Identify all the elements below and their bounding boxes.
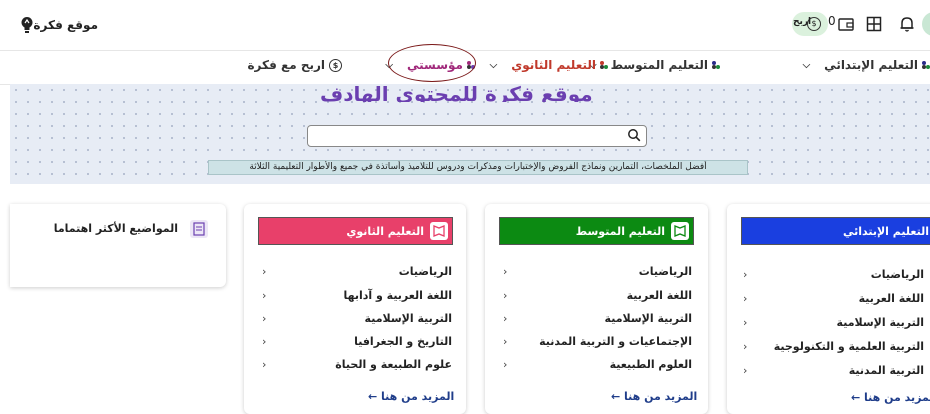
card-title: التعليم المتوسط xyxy=(575,224,665,238)
earn-label: اربح xyxy=(793,17,812,27)
subject-link[interactable]: التاريخ و الجغرافيا xyxy=(354,335,452,348)
chevron-right-icon: › xyxy=(503,312,508,325)
balance-count: 0 xyxy=(828,14,836,28)
subject-link[interactable]: الرياضيات xyxy=(399,265,452,278)
site-name[interactable]: موقع فكرة xyxy=(33,18,98,32)
subject-link[interactable]: الرياضيات xyxy=(639,265,692,278)
chevron-right-icon: › xyxy=(262,265,267,278)
chevron-right-icon: › xyxy=(262,335,267,348)
nav-label: التعليم الإبتدائي xyxy=(824,58,918,72)
top-bar: موقع فكرة 0 $ اربح xyxy=(0,0,930,51)
subject-link[interactable]: علوم الطبيعة و الحياة xyxy=(335,358,452,371)
chevron-right-icon: › xyxy=(503,289,508,302)
search-icon[interactable] xyxy=(627,128,641,142)
list-icon xyxy=(190,220,208,238)
subject-link[interactable]: الإجتماعيات و التربية المدنية xyxy=(539,335,692,348)
topics-title: المواضيع الأكثر اهتماما xyxy=(53,222,178,235)
most-popular-topics-card: المواضيع الأكثر اهتماما xyxy=(10,204,226,287)
hero-tagline: أفضل الملخصات، التمارين ونماذج الفروض وا… xyxy=(208,160,748,175)
subject-link[interactable]: العلوم الطبيعية xyxy=(610,358,692,371)
subject-link[interactable]: التربية المدنية xyxy=(849,364,924,377)
nav-secondary-education[interactable]: التعليم الثانوي ⌵ xyxy=(490,58,608,72)
card-title: التعليم الإبتدائي xyxy=(842,224,929,238)
card-title: التعليم الثانوي xyxy=(346,224,424,238)
more-label: المزيد من هنا xyxy=(864,391,930,404)
chevron-right-icon: › xyxy=(503,335,508,348)
chevron-right-icon: › xyxy=(743,292,748,305)
chevron-right-icon: › xyxy=(743,268,748,281)
card-middle-education: التعليم المتوسط الرياضيات اللغة العربية … xyxy=(485,204,708,414)
chevron-right-icon: › xyxy=(262,358,267,371)
hand-drawn-circle xyxy=(388,44,476,82)
card-primary-education: التعليم الإبتدائي الرياضيات اللغة العربي… xyxy=(727,204,930,414)
chevron-down-icon: ⌵ xyxy=(489,59,498,71)
nav-label: التعليم المتوسط xyxy=(610,58,708,72)
more-label: المزيد من هنا xyxy=(381,390,455,403)
chevron-right-icon: › xyxy=(503,265,508,278)
chevron-right-icon: › xyxy=(262,312,267,325)
card-header[interactable]: التعليم الإبتدائي xyxy=(741,217,930,245)
chevron-right-icon: › xyxy=(743,316,748,329)
chevron-right-icon: › xyxy=(503,358,508,371)
nav-earn-with-fikra[interactable]: $ اربح مع فكرة xyxy=(247,58,342,72)
subject-link[interactable]: اللغة العربية xyxy=(859,292,924,305)
chevron-right-icon: › xyxy=(743,364,748,377)
subject-link[interactable]: التربية الإسلامية xyxy=(605,312,692,325)
chevron-right-icon: › xyxy=(262,289,267,302)
dots-icon xyxy=(600,61,608,69)
dots-icon xyxy=(712,61,720,69)
hero-title: موقع فكرة للمحتوى الهادف xyxy=(320,82,593,102)
card-header[interactable]: التعليم الثانوي xyxy=(258,217,453,245)
coin-icon: $ xyxy=(329,58,342,72)
lightbulb-icon xyxy=(21,17,33,33)
subject-link[interactable]: اللغة العربية xyxy=(627,289,692,302)
subject-link[interactable]: التربية الإسلامية xyxy=(365,312,452,325)
subject-link[interactable]: التربية العلمية و التكنولوجية xyxy=(774,340,924,353)
card-secondary-education: التعليم الثانوي الرياضيات اللغة العربية … xyxy=(244,204,466,414)
more-link[interactable]: المزيد من هنا ← xyxy=(851,391,930,404)
chevron-down-icon: ⌵ xyxy=(802,59,811,71)
nav-primary-education[interactable]: التعليم الإبتدائي ⌵ xyxy=(803,58,930,72)
bell-icon[interactable] xyxy=(898,15,916,33)
nav-middle-education[interactable]: التعليم المتوسط ⌵ xyxy=(589,58,720,72)
more-link[interactable]: المزيد من هنا ← xyxy=(611,390,697,403)
nav-label: اربح مع فكرة xyxy=(247,58,325,72)
wallet-icon[interactable] xyxy=(838,17,854,31)
search-input[interactable] xyxy=(307,125,647,147)
book-icon xyxy=(671,222,689,240)
book-icon xyxy=(430,222,448,240)
more-label: المزيد من هنا xyxy=(624,390,698,403)
subject-link[interactable]: اللغة العربية و آدابها xyxy=(343,289,452,302)
subject-link[interactable]: التربية الإسلامية xyxy=(837,316,924,329)
dots-icon xyxy=(922,61,930,69)
nav-label: التعليم الثانوي xyxy=(511,58,596,72)
card-header[interactable]: التعليم المتوسط xyxy=(499,217,694,245)
grid-icon[interactable] xyxy=(866,16,882,32)
earn-button[interactable]: $ اربح xyxy=(792,12,828,36)
subject-link[interactable]: الرياضيات xyxy=(871,268,924,281)
chevron-right-icon: › xyxy=(743,340,748,353)
more-link[interactable]: المزيد من هنا ← xyxy=(368,390,454,403)
avatar[interactable] xyxy=(922,12,930,36)
